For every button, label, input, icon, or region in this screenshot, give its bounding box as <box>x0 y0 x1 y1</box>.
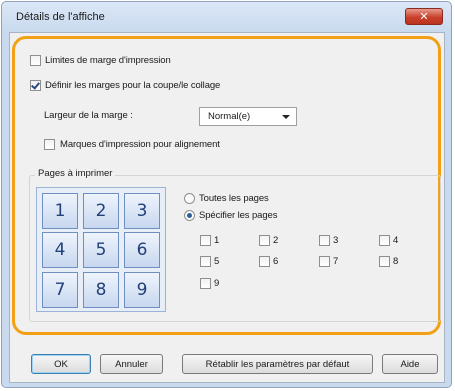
page-checkbox[interactable] <box>319 256 330 267</box>
close-button[interactable]: ✕ <box>405 8 443 25</box>
page-tile[interactable]: 1 <box>42 193 78 229</box>
page-checkbox-label[interactable]: 2 <box>273 235 278 246</box>
page-checkbox[interactable] <box>319 235 330 246</box>
pages-group-legend: Pages à imprimer <box>35 168 116 179</box>
page-checkbox[interactable] <box>379 235 390 246</box>
alignment-marks-checkbox[interactable] <box>44 139 55 150</box>
chevron-down-icon <box>282 115 290 119</box>
page-checkbox-label[interactable]: 7 <box>333 256 338 267</box>
page-checkbox[interactable] <box>200 235 211 246</box>
page-checkbox[interactable] <box>200 278 211 289</box>
page-tile[interactable]: 2 <box>83 193 119 229</box>
page-checkbox-label[interactable]: 3 <box>333 235 338 246</box>
help-button[interactable]: Aide <box>382 354 438 374</box>
set-margins-checkbox[interactable] <box>30 80 41 91</box>
page-checkbox-label[interactable]: 8 <box>393 256 398 267</box>
page-checkbox-label[interactable]: 9 <box>214 278 219 289</box>
ok-button[interactable]: OK <box>31 354 91 374</box>
margin-width-label: Largeur de la marge : <box>44 110 133 121</box>
page-tile[interactable]: 3 <box>124 193 160 229</box>
cancel-button[interactable]: Annuler <box>100 354 163 374</box>
margin-width-value: Normal(e) <box>208 111 251 122</box>
page-checkbox[interactable] <box>200 256 211 267</box>
all-pages-label[interactable]: Toutes les pages <box>199 193 269 204</box>
page-tile[interactable]: 4 <box>42 232 78 268</box>
specify-pages-radio[interactable] <box>184 210 195 221</box>
page-checkbox-label[interactable]: 1 <box>214 235 219 246</box>
close-icon: ✕ <box>419 10 429 23</box>
page-tile[interactable]: 8 <box>83 272 119 308</box>
margin-width-select[interactable]: Normal(e) <box>199 107 297 126</box>
set-margins-label[interactable]: Définir les marges pour la coupe/le coll… <box>45 80 220 91</box>
page-checkbox-label[interactable]: 6 <box>273 256 278 267</box>
page-checkbox[interactable] <box>379 256 390 267</box>
specify-pages-label[interactable]: Spécifier les pages <box>199 210 277 221</box>
page-tile[interactable]: 6 <box>124 232 160 268</box>
page-checkbox[interactable] <box>259 235 270 246</box>
page-tile[interactable]: 9 <box>124 272 160 308</box>
alignment-marks-label[interactable]: Marques d'impression pour alignement <box>60 139 220 150</box>
page-tile[interactable]: 7 <box>42 272 78 308</box>
dialog-title: Détails de l'affiche <box>16 11 105 23</box>
all-pages-radio[interactable] <box>184 193 195 204</box>
print-margin-limits-checkbox[interactable] <box>30 55 41 66</box>
page-checkbox-label[interactable]: 5 <box>214 256 219 267</box>
page-checkbox[interactable] <box>259 256 270 267</box>
title-bar[interactable]: Détails de l'affiche ✕ <box>2 2 451 32</box>
print-margin-limits-label[interactable]: Limites de marge d'impression <box>45 55 171 66</box>
restore-defaults-button[interactable]: Rétablir les paramètres par défaut <box>182 354 373 374</box>
page-tile[interactable]: 5 <box>83 232 119 268</box>
page-checkbox-label[interactable]: 4 <box>393 235 398 246</box>
